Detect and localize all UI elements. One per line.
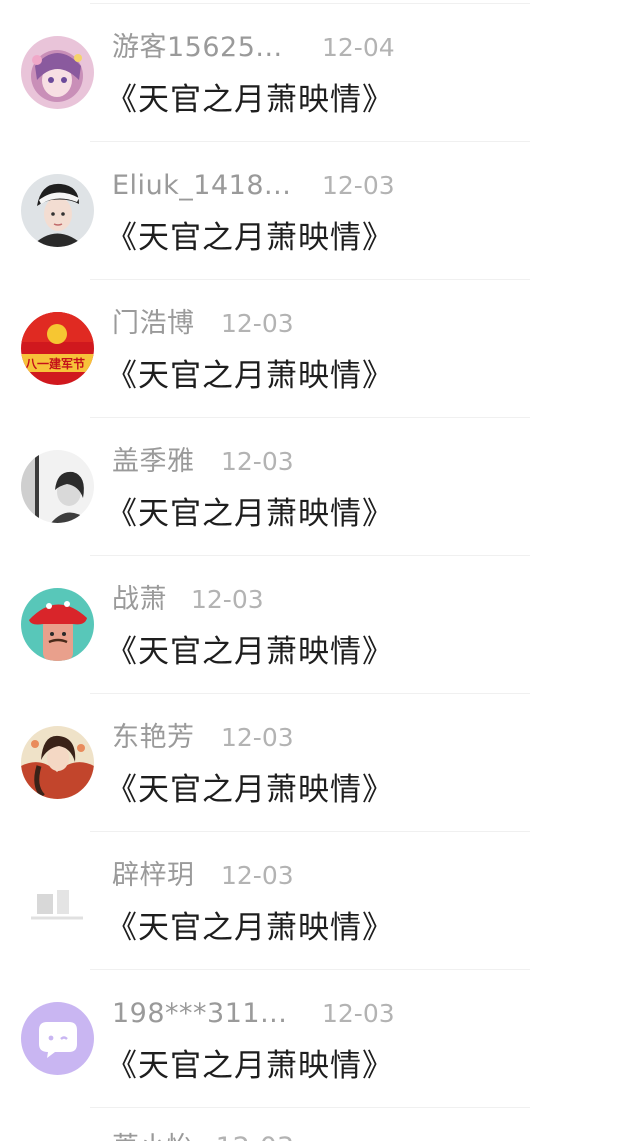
comment-text: 《天官之月萧映情》 — [106, 910, 394, 946]
list-item[interactable]: 盖季雅 12-03 《天官之月萧映情》 — [0, 417, 640, 555]
avatar-badge-text: 八一建军节 — [24, 356, 85, 371]
divider — [90, 555, 530, 556]
list-item[interactable]: 八一建军节 门浩博 12-03 《天官之月萧映情》 — [0, 279, 640, 417]
list-item[interactable]: 战萧 12-03 《天官之月萧映情》 — [0, 555, 640, 693]
divider — [90, 969, 530, 970]
divider — [90, 3, 530, 4]
comment-date: 12-03 — [216, 1132, 294, 1141]
comment-author[interactable]: 战萧 — [112, 582, 167, 618]
comment-date: 12-03 — [221, 723, 294, 752]
comment-date: 12-03 — [322, 171, 395, 200]
list-item[interactable]: 198***311... 12-03 《天官之月萧映情》 — [0, 969, 640, 1107]
comment-date: 12-03 — [322, 999, 395, 1028]
painted-lady-avatar-icon[interactable] — [21, 726, 94, 799]
comment-author[interactable]: 游客15625... — [112, 30, 283, 66]
comment-date: 12-03 — [221, 861, 294, 890]
list-item[interactable]: 辟梓玥 12-03 《天官之月萧映情》 — [0, 831, 640, 969]
comment-date: 12-04 — [322, 33, 395, 62]
divider — [90, 1107, 530, 1108]
list-item[interactable]: Eliuk_1418... 12-03 《天官之月萧映情》 — [0, 141, 640, 279]
comment-text: 《天官之月萧映情》 — [106, 82, 394, 118]
chat-bubble-default-avatar-icon[interactable] — [21, 1002, 94, 1075]
comment-text: 《天官之月萧映情》 — [106, 358, 394, 394]
divider — [90, 417, 530, 418]
comment-text: 《天官之月萧映情》 — [106, 1048, 394, 1084]
anime-girl-pink-avatar-icon[interactable] — [21, 36, 94, 109]
comment-author[interactable]: 门浩博 — [112, 306, 195, 342]
divider — [90, 831, 530, 832]
divider — [90, 279, 530, 280]
comment-text: 《天官之月萧映情》 — [106, 634, 394, 670]
army-day-badge-avatar-icon[interactable]: 八一建军节 — [21, 312, 94, 385]
comment-list: 游客15625... 12-04 《天官之月萧映情》 Eliuk_1418...… — [0, 0, 640, 1141]
list-item[interactable]: 东艳芳 12-03 《天官之月萧映情》 — [0, 693, 640, 831]
comment-author[interactable]: 辟梓玥 — [112, 858, 195, 894]
faded-photo-avatar-icon[interactable] — [21, 864, 94, 937]
comment-text: 《天官之月萧映情》 — [106, 220, 394, 256]
comment-author[interactable]: 198***311... — [112, 996, 287, 1032]
mushroom-character-avatar-icon[interactable] — [21, 588, 94, 661]
bw-girl-window-avatar-icon[interactable] — [21, 450, 94, 523]
comment-text: 《天官之月萧映情》 — [106, 496, 394, 532]
list-item[interactable]: 游客15625... 12-04 《天官之月萧映情》 — [0, 3, 640, 141]
comment-text: 《天官之月萧映情》 — [106, 772, 394, 808]
partial-next-item: 萧小怡 12-03 — [112, 1130, 294, 1141]
comment-date: 12-03 — [221, 309, 294, 338]
comment-author[interactable]: 东艳芳 — [112, 720, 195, 756]
comment-date: 12-03 — [221, 447, 294, 476]
comment-author: 萧小怡 — [112, 1132, 193, 1141]
comment-author[interactable]: Eliuk_1418... — [112, 168, 291, 204]
divider — [90, 141, 530, 142]
comment-date: 12-03 — [191, 585, 264, 614]
divider — [90, 693, 530, 694]
girl-with-cap-avatar-icon[interactable] — [21, 174, 94, 247]
comment-author[interactable]: 盖季雅 — [112, 444, 195, 480]
